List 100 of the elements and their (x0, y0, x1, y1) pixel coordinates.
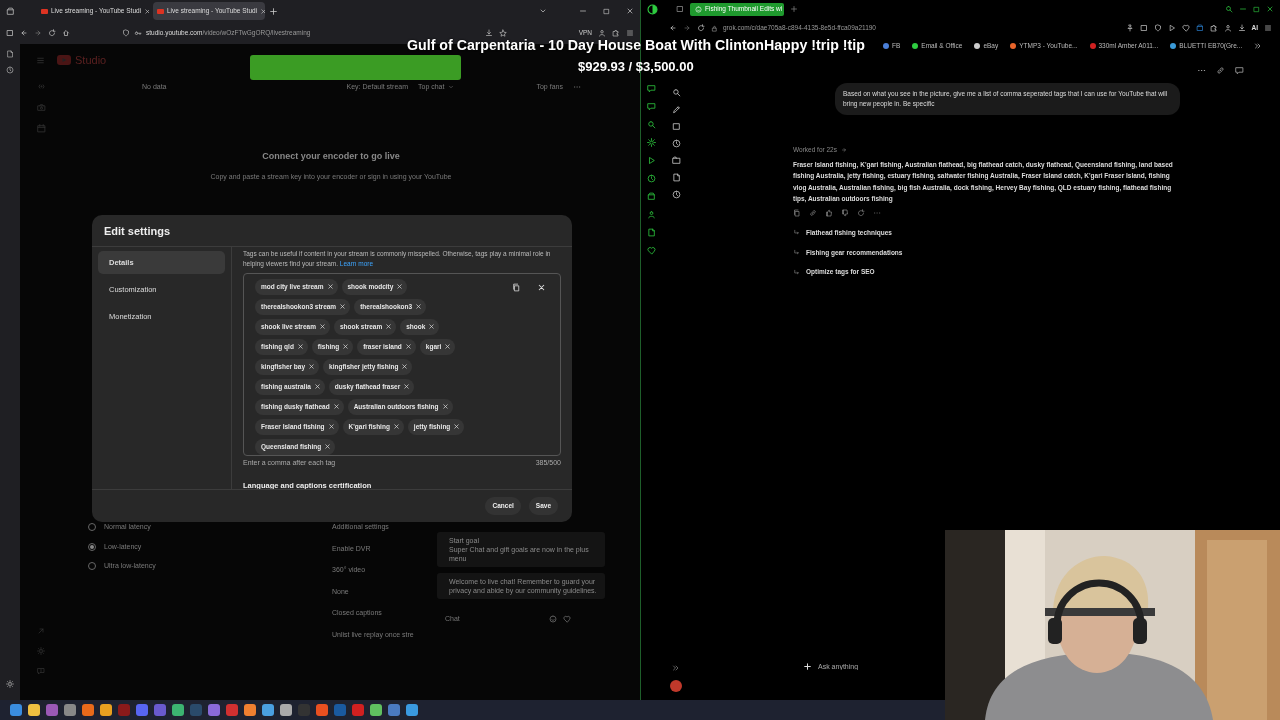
profile-icon[interactable] (1223, 24, 1232, 32)
taskbar-app-icon[interactable] (406, 704, 418, 716)
emoji-icon[interactable] (549, 615, 557, 624)
search-icon[interactable] (671, 88, 681, 97)
account-icon[interactable] (598, 29, 606, 37)
remove-icon[interactable] (444, 343, 452, 350)
shield-icon[interactable] (122, 29, 130, 37)
remove-icon[interactable] (428, 323, 436, 330)
history-icon[interactable] (6, 66, 14, 74)
remove-icon[interactable] (415, 303, 423, 310)
taskbar-app-icon[interactable] (388, 704, 400, 716)
remove-icon[interactable] (332, 403, 340, 410)
remove-icon[interactable] (324, 443, 332, 450)
shield-icon[interactable] (1153, 24, 1162, 32)
taskbar-app-icon[interactable] (28, 704, 40, 716)
new-tab-icon[interactable] (269, 6, 278, 16)
taskbar-app-icon[interactable] (208, 704, 220, 716)
remove-icon[interactable] (404, 343, 412, 350)
thumbs-down-icon[interactable] (841, 208, 849, 217)
forward-icon[interactable] (34, 29, 42, 37)
close-icon[interactable] (537, 282, 546, 292)
taskbar-app-icon[interactable] (136, 704, 148, 716)
taskbar-app-icon[interactable] (370, 704, 382, 716)
taskbar-app-icon[interactable] (64, 704, 76, 716)
settings-icon[interactable] (6, 680, 14, 688)
clock-icon[interactable] (671, 190, 681, 199)
remove-icon[interactable] (385, 323, 393, 330)
star-icon[interactable] (498, 29, 507, 37)
remove-icon[interactable] (308, 363, 316, 370)
remove-icon[interactable] (392, 423, 400, 430)
copy-icon[interactable] (793, 208, 801, 217)
extensions-icon[interactable] (1209, 24, 1218, 32)
tags-field[interactable] (243, 272, 561, 456)
back-icon[interactable] (20, 29, 28, 37)
remove-icon[interactable] (339, 303, 347, 310)
taskbar-app-icon[interactable] (262, 704, 274, 716)
attach-icon[interactable] (803, 662, 812, 672)
heart-icon[interactable] (563, 615, 571, 624)
pin-icon[interactable] (1125, 24, 1134, 32)
share-link-icon[interactable] (1216, 66, 1225, 75)
key-icon[interactable] (134, 29, 142, 37)
remove-icon[interactable] (342, 343, 350, 350)
taskbar-app-icon[interactable] (46, 704, 58, 716)
remove-icon[interactable] (441, 403, 449, 410)
extensions-icon[interactable] (612, 29, 620, 37)
expand-icon[interactable] (672, 664, 680, 672)
history-icon[interactable] (671, 139, 681, 148)
sidebar-gear-icon[interactable] (646, 138, 656, 147)
browser-logo-icon[interactable] (647, 3, 658, 15)
play-icon[interactable] (1167, 24, 1176, 32)
remove-icon[interactable] (396, 283, 404, 290)
tab-overview-icon[interactable] (6, 6, 15, 16)
taskbar-app-icon[interactable] (10, 704, 22, 716)
folder-icon[interactable] (671, 156, 681, 165)
remove-icon[interactable] (327, 423, 335, 430)
search-icon[interactable] (1225, 5, 1233, 13)
close-icon[interactable] (144, 7, 149, 15)
regenerate-icon[interactable] (857, 208, 865, 217)
remove-icon[interactable] (313, 383, 321, 390)
close-icon[interactable] (626, 7, 634, 15)
remove-icon[interactable] (403, 383, 411, 390)
download-icon[interactable] (484, 29, 493, 37)
download-icon[interactable] (1237, 24, 1246, 32)
avatar-icon[interactable] (670, 680, 682, 692)
reload-icon[interactable] (48, 29, 56, 37)
taskbar-app-icon[interactable] (244, 704, 256, 716)
remove-icon[interactable] (326, 283, 334, 290)
maximize-icon[interactable] (1253, 5, 1260, 13)
sidebar-box-icon[interactable] (646, 192, 656, 201)
sidebar-play-icon[interactable] (646, 156, 656, 165)
tabs-icon[interactable] (676, 5, 684, 13)
remove-icon[interactable] (401, 363, 409, 370)
remove-icon[interactable] (453, 423, 461, 430)
sidebar-search-icon[interactable] (646, 120, 656, 129)
sidebar-heart-icon[interactable] (646, 246, 656, 255)
heart-icon[interactable] (1181, 24, 1190, 32)
close-icon[interactable] (1266, 5, 1274, 13)
maximize-icon[interactable] (603, 7, 610, 15)
edit-icon[interactable] (671, 105, 681, 114)
remove-icon[interactable] (318, 323, 326, 330)
reload-icon[interactable] (697, 24, 705, 32)
thumbs-up-icon[interactable] (825, 208, 833, 217)
remove-icon[interactable] (296, 343, 304, 350)
chevron-down-icon[interactable] (539, 7, 547, 15)
taskbar-app-icon[interactable] (100, 704, 112, 716)
more-bookmarks-icon[interactable] (1254, 42, 1263, 50)
taskbar-app-icon[interactable] (280, 704, 292, 716)
taskbar-app-icon[interactable] (316, 704, 328, 716)
sidebar-doc-icon[interactable] (646, 228, 656, 237)
taskbar-app-icon[interactable] (172, 704, 184, 716)
close-icon[interactable] (260, 7, 265, 15)
minimize-icon[interactable] (579, 7, 587, 15)
sidebar-icon[interactable] (6, 29, 14, 37)
home-icon[interactable] (62, 29, 70, 37)
document-icon[interactable] (671, 173, 681, 182)
sidebar-clock-icon[interactable] (646, 174, 656, 183)
sidebar-user-icon[interactable] (646, 210, 656, 219)
chat-icon[interactable] (1235, 66, 1244, 75)
back-icon[interactable] (669, 24, 677, 32)
taskbar-app-icon[interactable] (82, 704, 94, 716)
